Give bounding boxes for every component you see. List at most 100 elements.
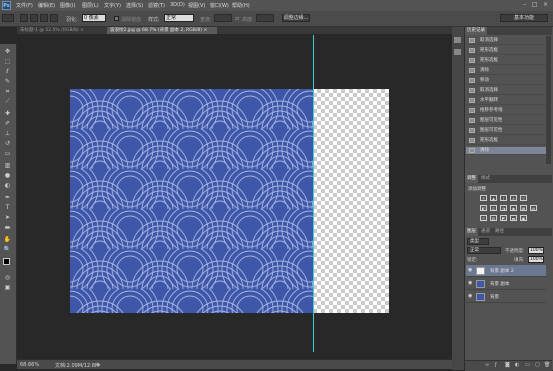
refine-edge-button[interactable]: 调整边缘... [282,14,310,22]
type-tool-icon[interactable]: T [3,204,12,211]
menu-type[interactable]: 文字(Y) [104,2,121,9]
history-item[interactable]: 矩形选框 [466,137,546,145]
maximize-icon[interactable]: □ [530,1,539,9]
posterize-icon[interactable]: ▨ [490,215,497,221]
mask-icon[interactable]: ◙ [505,362,510,368]
intersect-selection-icon[interactable] [50,14,58,22]
menu-image[interactable]: 图像(I) [60,2,75,9]
antialias-checkbox[interactable] [114,16,119,21]
history-item[interactable]: 图层可见性 [466,117,546,125]
add-selection-icon[interactable] [30,14,38,22]
levels-adjust-icon[interactable]: ▲ [490,195,497,201]
exposure-adjust-icon[interactable]: ± [510,195,517,201]
menu-3d[interactable]: 3D(D) [170,2,185,8]
tab-channels[interactable]: 通道 [479,228,492,236]
pen-tool-icon[interactable]: ✒ [3,194,12,201]
foreground-color-swatch[interactable] [3,258,10,265]
menu-select[interactable]: 选择(S) [126,2,143,9]
history-item[interactable]: 取消选择 [466,87,546,95]
selective-color-icon[interactable]: ▣ [520,215,527,221]
vibrance-adjust-icon[interactable]: ▽ [520,195,527,201]
gradient-map-icon[interactable]: ▬ [510,215,517,221]
history-item[interactable]: 图层可见性 [466,127,546,135]
menu-help[interactable]: 帮助(H) [232,2,250,9]
eyedropper-tool-icon[interactable]: ⟋ [3,98,12,105]
trash-icon[interactable]: 🗑 [544,362,550,368]
layer-row[interactable]: ◉ 背景 [466,291,546,303]
visibility-eye-icon[interactable]: ◉ [468,281,473,286]
bw-adjust-icon[interactable]: ◑ [500,205,507,211]
brightness-adjust-icon[interactable]: ☼ [480,195,487,201]
minimize-icon[interactable]: – [520,1,529,9]
blend-mode-select[interactable]: 正常 [467,247,501,254]
tab-paths[interactable]: 路径 [493,228,506,236]
new-layer-icon[interactable]: ▢ [535,362,540,368]
link-layers-icon[interactable]: ∞ [485,362,489,368]
gradient-tool-icon[interactable]: ▥ [3,162,12,169]
menu-view[interactable]: 视图(V) [188,2,205,9]
zoom-tool-icon[interactable]: 🔍 [3,246,12,253]
lasso-tool-icon[interactable]: ℓ [3,68,12,75]
feather-input[interactable]: 0 像素 [82,14,106,22]
width-input[interactable] [214,14,232,22]
history-brush-icon[interactable]: ↺ [3,140,12,147]
layer-row[interactable]: ◉ 背景 副本 2 [466,265,546,277]
visibility-eye-icon[interactable]: ◉ [468,268,473,273]
brush-tool-icon[interactable]: ✐ [3,120,12,127]
blur-tool-icon[interactable]: ● [3,172,12,179]
menu-file[interactable]: 文件(F) [16,2,33,9]
history-item[interactable]: 清除 [466,147,546,155]
swap-icon[interactable]: ⇄ [235,16,239,22]
tab-layers[interactable]: 图层 [465,228,478,236]
workspace-select[interactable]: 基本功能 [500,14,548,22]
crop-tool-icon[interactable]: ⌗ [3,88,12,95]
history-panel-icon[interactable] [454,37,461,43]
subtract-selection-icon[interactable] [40,14,48,22]
layer-row[interactable]: ◉ 背景 副本 [466,278,546,290]
tab-styles[interactable]: 样式 [479,175,492,183]
menu-layer[interactable]: 图层(L) [82,2,99,9]
threshold-icon[interactable]: ◩ [500,215,507,221]
quick-mask-icon[interactable]: ◎ [3,274,12,281]
adjustment-layer-icon[interactable]: ◐ [515,362,519,368]
history-item[interactable]: 移动 [466,77,546,85]
photo-filter-icon[interactable]: ◉ [510,205,517,211]
fill-input[interactable]: 100% [528,256,544,263]
wave-pattern-image[interactable] [70,89,313,313]
history-item[interactable]: 水平翻转 [466,97,546,105]
history-item[interactable]: 清除 [466,67,546,75]
move-tool-icon[interactable]: ✥ [3,48,12,55]
fx-icon[interactable]: ƒ [495,362,497,368]
dodge-tool-icon[interactable]: ◐ [3,182,12,189]
folder-icon[interactable]: ▭ [525,362,530,368]
quick-select-tool-icon[interactable]: ✎ [3,78,12,85]
invert-adjust-icon[interactable]: ◫ [480,215,487,221]
marquee-tool-preset-icon[interactable] [2,14,14,22]
history-scrollbar[interactable] [546,36,551,164]
tab-wave-image[interactable]: 波浪纹2.jpg @ 68.7% (背景 副本 2, RGB/8) × [107,27,217,34]
channel-mixer-icon[interactable]: ▦ [520,205,527,211]
layer-filter-kind[interactable]: 类型 [467,238,489,245]
screen-mode-icon[interactable]: ▣ [3,284,12,291]
eraser-tool-icon[interactable]: ▭ [3,150,12,157]
zoom-readout[interactable]: 68.66% [20,362,39,368]
close-icon[interactable]: × [541,1,550,9]
transparent-area[interactable] [313,89,389,313]
history-item[interactable]: 矩形选框 [466,57,546,65]
menu-edit[interactable]: 编辑(E) [38,2,55,9]
menu-filter[interactable]: 滤镜(T) [148,2,165,9]
history-item[interactable]: 矩形选框 [466,47,546,55]
marquee-tool-icon[interactable]: ⬚ [3,58,12,65]
properties-panel-icon[interactable] [454,49,461,55]
vertical-guide[interactable] [313,35,314,352]
menu-window[interactable]: 窗口(W) [210,2,229,9]
visibility-eye-icon[interactable]: ◉ [468,294,473,299]
new-selection-icon[interactable] [20,14,28,22]
opacity-input[interactable]: 100% [528,247,544,254]
healing-tool-icon[interactable]: ✚ [3,110,12,117]
history-item[interactable]: 取消选择 [466,37,546,45]
status-arrow-icon[interactable]: ▶ [97,362,101,368]
color-lookup-icon[interactable]: ▤ [530,205,537,211]
path-select-tool-icon[interactable]: ➤ [3,214,12,221]
shape-tool-icon[interactable]: ▬ [3,224,12,231]
